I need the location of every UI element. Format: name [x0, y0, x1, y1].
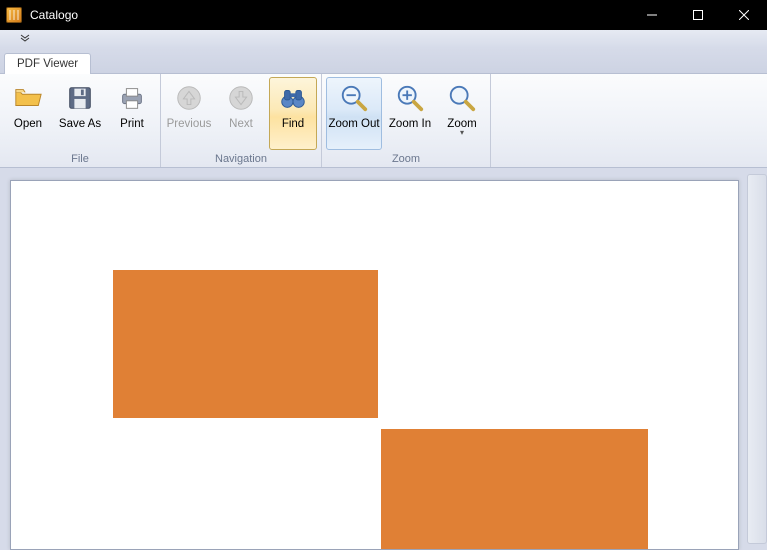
chevron-double-down-icon	[20, 33, 30, 43]
zoom-in-label: Zoom In	[389, 118, 431, 130]
zoom-dropdown-button[interactable]: Zoom ▾	[438, 77, 486, 150]
find-button[interactable]: Find	[269, 77, 317, 150]
save-as-label: Save As	[59, 118, 101, 130]
group-label-file: File	[4, 150, 156, 167]
print-label: Print	[120, 118, 144, 130]
find-label: Find	[282, 118, 304, 130]
previous-label: Previous	[167, 118, 212, 130]
ribbon-group-navigation: Previous Next	[161, 74, 322, 167]
floppy-disk-icon	[64, 82, 96, 114]
page-frame[interactable]	[10, 180, 739, 550]
zoom-out-label: Zoom Out	[328, 118, 379, 130]
vertical-scrollbar[interactable]	[747, 174, 767, 544]
close-icon	[739, 10, 749, 20]
minimize-icon	[647, 10, 657, 20]
save-as-button[interactable]: Save As	[56, 77, 104, 150]
next-button: Next	[217, 77, 265, 150]
content-block-1	[113, 270, 378, 418]
open-label: Open	[14, 118, 42, 130]
page-content	[11, 181, 738, 549]
chevron-down-icon: ▾	[460, 128, 464, 137]
maximize-icon	[693, 10, 703, 20]
next-label: Next	[229, 118, 253, 130]
quick-access-toolbar	[0, 30, 767, 48]
pdf-viewer-area	[0, 168, 767, 550]
ribbon-tabs: PDF Viewer	[0, 48, 767, 74]
content-block-2	[381, 429, 648, 550]
close-button[interactable]	[721, 0, 767, 30]
group-label-zoom: Zoom	[326, 150, 486, 167]
ribbon-group-file: Open Save As	[0, 74, 161, 167]
qat-customize-dropdown[interactable]	[20, 33, 30, 45]
window-title: Catalogo	[30, 8, 78, 22]
open-button[interactable]: Open	[4, 77, 52, 150]
binoculars-icon	[277, 82, 309, 114]
app-icon	[6, 7, 22, 23]
zoom-out-button[interactable]: Zoom Out	[326, 77, 382, 150]
minimize-button[interactable]	[629, 0, 675, 30]
tab-pdf-viewer[interactable]: PDF Viewer	[4, 53, 91, 74]
print-button[interactable]: Print	[108, 77, 156, 150]
ribbon: Open Save As	[0, 74, 767, 168]
maximize-button[interactable]	[675, 0, 721, 30]
previous-button: Previous	[165, 77, 213, 150]
zoom-out-icon	[338, 82, 370, 114]
window-controls	[629, 0, 767, 30]
arrow-up-circle-icon	[173, 82, 205, 114]
zoom-in-icon	[394, 82, 426, 114]
titlebar: Catalogo	[0, 0, 767, 30]
magnifier-icon	[446, 82, 478, 114]
printer-icon	[116, 82, 148, 114]
zoom-in-button[interactable]: Zoom In	[386, 77, 434, 150]
ribbon-group-zoom: Zoom Out Zoom In	[322, 74, 491, 167]
arrow-down-circle-icon	[225, 82, 257, 114]
folder-open-icon	[12, 82, 44, 114]
titlebar-left: Catalogo	[0, 7, 78, 23]
group-label-navigation: Navigation	[165, 150, 317, 167]
